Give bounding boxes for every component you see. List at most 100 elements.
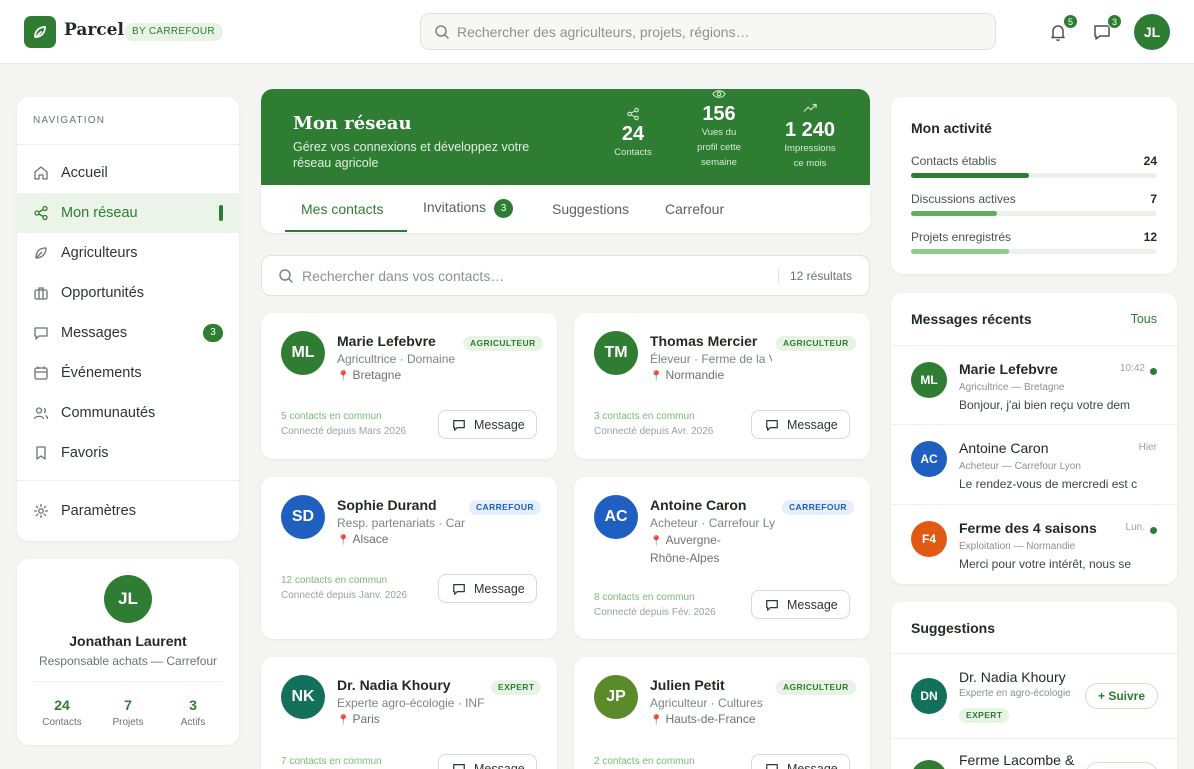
profile-name: Jonathan Laurent [69,633,187,649]
button-label: Message [787,762,838,769]
contact-name[interactable]: Antoine Caron [650,497,746,513]
search-icon [278,268,294,289]
leaf-icon [33,245,49,261]
contact-card[interactable]: JP Julien Petit AGRICULTEUR Agriculteur … [574,657,870,769]
notifications-button[interactable]: 5 [1047,14,1078,43]
chat-icon [452,762,466,769]
activity-card: Mon activité Contacts établis 24 Discuss… [891,97,1177,274]
nav-item-favoris[interactable]: Favoris [17,433,239,473]
stat-label: Projets [112,717,144,728]
nav-item-evenements[interactable]: Événements [17,353,239,393]
common-contacts: 7 contacts en commun [281,756,382,767]
message-button[interactable]: Message [751,590,850,619]
profile-card: JL Jonathan Laurent Responsable achats —… [17,559,239,745]
role-tag: AGRICULTEUR [463,336,543,351]
sender-name: Marie Lefebvre [959,361,1058,377]
nav-item-accueil[interactable]: Accueil [17,153,239,193]
connected-since: Connecté depuis Mars 2026 [281,426,407,437]
suggestion-meta: Experte en agro-écologie [959,688,1071,699]
leaf-logo-icon[interactable] [24,16,56,48]
location-pin-icon: 📍 [337,535,350,546]
contact-name[interactable]: Thomas Mercier [650,333,757,349]
chat-icon [1091,25,1113,47]
see-all-messages-link[interactable]: Tous [1131,312,1157,326]
message-button[interactable]: Message [751,754,850,769]
suggestion-name[interactable]: Dr. Nadia Khoury [959,669,1075,685]
user-avatar[interactable]: JL [1134,14,1170,50]
location-pin-icon: 📍 [650,715,663,726]
stat-value: 24 [621,123,645,145]
tab-carrefour[interactable]: Carrefour [665,201,724,217]
contacts-search[interactable]: 12 résultats [261,255,870,296]
unread-dot [1150,368,1157,375]
divider [17,480,239,481]
activity-value: 12 [1143,230,1157,244]
role-tag: CARREFOUR [469,500,541,515]
messages-button[interactable]: 3 [1091,14,1122,43]
stat-value: 24 [54,697,70,713]
nav-item-label: Agriculteurs [61,245,138,261]
stat-label: Vues du profil cette semaine [697,127,741,168]
avatar[interactable]: JL [104,575,152,623]
global-search-input[interactable] [457,14,977,49]
contact-name[interactable]: Marie Lefebvre [337,333,436,349]
message-time: Hier [1138,442,1157,453]
hero-stat-profile-views: 156 Vues du profil cette semaine [689,89,749,170]
message-button[interactable]: Message [751,410,850,439]
contact-card[interactable]: AC Antoine Caron CARREFOUR Acheteur · Ca… [574,477,870,639]
message-item[interactable]: AC Antoine Caron Hier Acheteur — Carrefo… [891,425,1177,504]
follow-button[interactable]: + Suivre [1085,762,1158,769]
eye-icon [689,89,749,103]
brand-name[interactable]: Parcel [64,20,124,40]
stat-value: 7 [124,697,132,713]
chat-icon [765,762,779,769]
profile-role: Responsable achats — Carrefour [38,654,218,668]
contact-card[interactable]: SD Sophie Durand CARREFOUR Resp. partena… [261,477,557,639]
tab-mes-contacts[interactable]: Mes contacts [301,201,383,217]
follow-button[interactable]: + Suivre [1085,683,1158,709]
activity-row: Discussions actives 7 [911,192,1157,216]
active-indicator [219,205,223,221]
contact-name[interactable]: Julien Petit [650,677,725,693]
tab-suggestions[interactable]: Suggestions [552,201,629,217]
nav-item-parametres[interactable]: Paramètres [17,491,239,531]
contacts-search-input[interactable] [302,256,772,295]
active-tab-indicator [285,230,407,232]
invitations-count-badge: 3 [494,199,514,218]
chat-icon [452,418,466,435]
message-time: 10:42 [1119,363,1145,374]
activity-value: 24 [1143,154,1157,168]
contact-name[interactable]: Sophie Durand [337,497,437,513]
nav-item-messages[interactable]: Messages 3 [17,313,239,353]
message-item[interactable]: ML Marie Lefebvre 10:42 Agricultrice — B… [891,346,1177,425]
common-contacts: 5 contacts en commun [281,411,382,422]
message-button[interactable]: Message [438,754,537,769]
divider [33,681,223,682]
contact-card[interactable]: NK Dr. Nadia Khoury EXPERT Experte agro-… [261,657,557,769]
message-button[interactable]: Message [438,574,537,603]
global-search[interactable] [420,13,996,50]
stat-value: 1 240 [784,119,836,141]
sender-name: Antoine Caron [959,440,1049,456]
contact-subtitle: Éleveur · Ferme de la V [650,352,772,366]
bookmark-icon [33,445,49,461]
nav-item-mon-reseau[interactable]: Mon réseau [17,193,239,233]
progress-track [911,173,1157,178]
message-item[interactable]: F4 Ferme des 4 saisons Lun. Exploitation… [891,505,1177,584]
contact-card[interactable]: TM Thomas Mercier AGRICULTEUR Éleveur · … [574,313,870,459]
nav-item-communautes[interactable]: Communautés [17,393,239,433]
hero-stat-impressions: 1 240 Impressions ce mois [776,101,844,171]
tab-invitations[interactable]: Invitations 3 [423,199,514,218]
nav-item-opportunites[interactable]: Opportunités [17,273,239,313]
button-label: Message [474,418,525,432]
nav-item-agriculteurs[interactable]: Agriculteurs [17,233,239,273]
message-button[interactable]: Message [438,410,537,439]
nav-item-label: Favoris [61,445,109,461]
avatar: TM [594,331,638,375]
contact-name[interactable]: Dr. Nadia Khoury [337,677,451,693]
contact-card[interactable]: ML Marie Lefebvre AGRICULTEUR Agricultri… [261,313,557,459]
nav-item-label: Accueil [61,165,108,181]
avatar: FL [911,760,947,769]
trending-up-icon [776,101,844,119]
suggestion-name[interactable]: Ferme Lacombe & Fils [959,752,1075,768]
